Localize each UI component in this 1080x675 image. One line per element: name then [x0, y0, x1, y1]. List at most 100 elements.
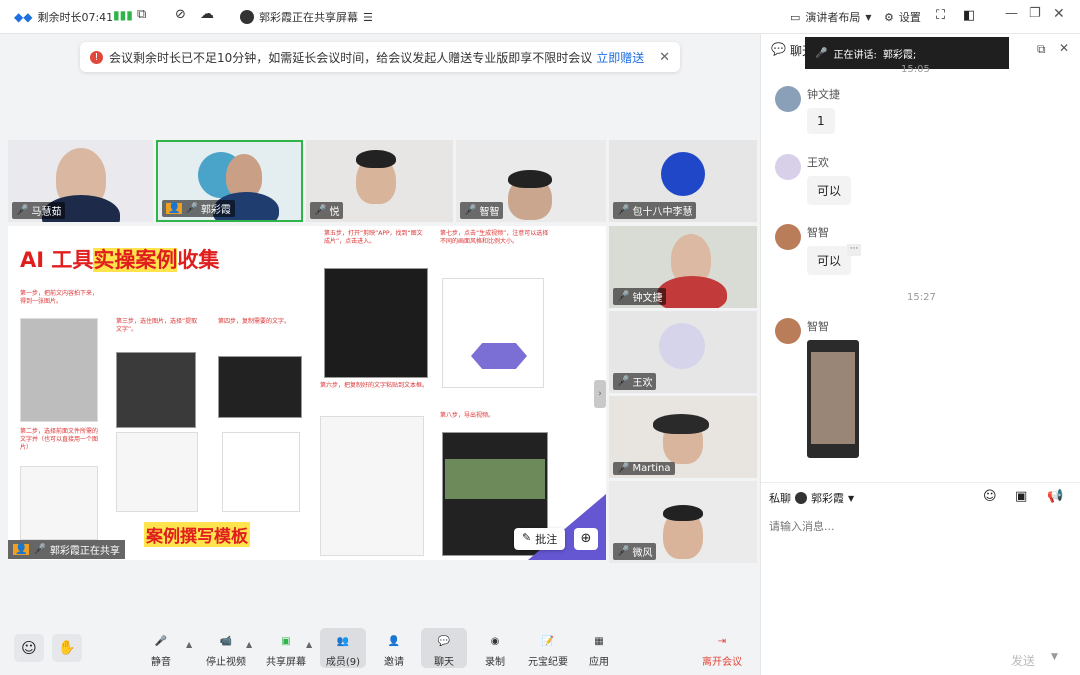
- participant-tile[interactable]: 🎤 微风: [609, 481, 757, 563]
- annotate-button[interactable]: ✎ 批注: [514, 528, 566, 550]
- slide-footer-title: 案例撰写模板: [144, 522, 250, 547]
- close-icon[interactable]: ✕: [1053, 6, 1065, 22]
- ai-notes-button[interactable]: 📝 元宝纪要: [528, 632, 568, 669]
- mic-icon: 🎤: [464, 205, 477, 216]
- gear-icon: ⚙: [884, 10, 894, 24]
- popout-icon[interactable]: ⧉: [1037, 42, 1046, 57]
- announce-icon[interactable]: 📢: [1047, 489, 1063, 504]
- apps-button[interactable]: ▦ 应用: [588, 632, 610, 669]
- reaction-icon[interactable]: ☺: [14, 634, 44, 662]
- stop-video-button[interactable]: 📹 停止视频: [206, 632, 246, 669]
- message-input[interactable]: [769, 516, 1069, 536]
- annotate-label: 批注: [535, 533, 558, 546]
- message-image[interactable]: [807, 340, 859, 458]
- invite-button[interactable]: 👤 邀请: [383, 632, 405, 669]
- fullscreen-icon[interactable]: ⛶: [936, 8, 945, 23]
- chevron-up-icon[interactable]: ▲: [306, 640, 312, 649]
- layout-button[interactable]: ▭ 演讲者布局 ▼: [790, 9, 872, 25]
- raise-hand-icon[interactable]: ✋: [52, 634, 82, 662]
- participant-name-tag: 🎤 王欢: [613, 373, 657, 390]
- layout-icon: ▭: [790, 10, 801, 24]
- presenter-label: 郭彩霞正在共享: [49, 546, 120, 557]
- participant-name-tag: 🎤 马慧茹: [12, 202, 66, 219]
- record-label: 录制: [485, 657, 505, 668]
- send-button[interactable]: 发送: [1011, 652, 1035, 669]
- chat-panel: 💬 聊天 🎤 正在讲话: 郭彩霞; ⧉ ✕ 15:05 钟文捷 1 王欢 可以 智…: [760, 34, 1080, 675]
- participant-tile[interactable]: 👤 🎤 郭彩霞: [156, 140, 303, 222]
- members-button[interactable]: 👥 成员(9): [320, 628, 366, 668]
- leave-label: 离开会议: [702, 657, 742, 668]
- mute-button[interactable]: 🎤 静音: [150, 632, 172, 669]
- mic-icon: 🎤: [617, 376, 630, 387]
- mic-icon: 🎤: [617, 291, 630, 302]
- sender-name: 王欢: [807, 156, 829, 169]
- message-bubble[interactable]: 可以: [807, 246, 852, 275]
- chevron-down-icon: ▼: [848, 493, 855, 503]
- share-screen-icon: ▣: [281, 635, 291, 647]
- cloud-icon[interactable]: ☁: [200, 6, 214, 22]
- minimize-icon[interactable]: —: [1005, 6, 1018, 21]
- menu-icon: ☰: [363, 10, 373, 24]
- mic-icon: 🎤: [617, 546, 630, 557]
- close-icon[interactable]: ✕: [1059, 41, 1069, 55]
- sidebar-toggle-icon[interactable]: ◧: [963, 8, 975, 23]
- time-left: 剩余时长07:41: [37, 11, 114, 24]
- private-chat-selector[interactable]: 私聊 郭彩霞 ▼: [769, 490, 854, 506]
- message-bubble[interactable]: 可以: [807, 176, 852, 205]
- chevron-up-icon[interactable]: ▲: [246, 640, 252, 649]
- gift-link[interactable]: 立即赠送: [596, 49, 644, 66]
- mic-icon: 🎤: [815, 47, 828, 59]
- presenter-tag: 👤 🎤 郭彩霞正在共享: [8, 540, 125, 559]
- slide-image: [116, 352, 196, 428]
- message-bubble[interactable]: 1: [807, 108, 835, 134]
- participant-tile[interactable]: 🎤 包十八中李慧: [609, 140, 757, 222]
- settings-label: 设置: [898, 11, 921, 24]
- shared-screen[interactable]: AI 工具实操案例收集 第一步，把前文内容拍下来，得到一张图片。 第二步，选择前…: [8, 226, 606, 560]
- screenshot-icon[interactable]: ⊘: [175, 7, 186, 22]
- sender-name: 智智: [807, 226, 829, 239]
- zoom-icon[interactable]: ⊕: [574, 528, 598, 550]
- folder-icon[interactable]: ▣: [1015, 489, 1027, 504]
- chevron-up-icon[interactable]: ▲: [186, 640, 192, 649]
- divider: [761, 482, 1080, 483]
- participant-tile[interactable]: 🎤 马慧茹: [8, 140, 153, 222]
- avatar: [775, 318, 801, 344]
- participant-name: 马慧茹: [31, 207, 62, 218]
- sender-name: 智智: [807, 320, 829, 333]
- step-text: 第七步，点击“生成视频”，注意可以选择不同的画面风格和比例大小。: [440, 230, 549, 245]
- step-text: 第四步，复制需要的文字。: [218, 318, 291, 325]
- emoji-icon[interactable]: ☺: [983, 489, 997, 504]
- meeting-info[interactable]: ◆◆ 剩余时长07:41: [14, 9, 113, 25]
- participant-tile[interactable]: 🎤 王欢: [609, 311, 757, 393]
- slide-image: [20, 466, 98, 540]
- sharer-avatar: [240, 10, 254, 24]
- speaking-label: 正在讲话:: [833, 49, 877, 61]
- slide-title-part: 收集: [177, 248, 220, 272]
- close-icon[interactable]: ✕: [659, 50, 670, 65]
- collapse-handle[interactable]: ›: [594, 380, 606, 408]
- slide-image: [222, 432, 300, 512]
- participant-name: 微风: [632, 548, 653, 559]
- leave-button[interactable]: ⇥ 离开会议: [702, 632, 742, 669]
- sharing-status[interactable]: 郭彩霞正在共享屏幕 ☰: [240, 9, 373, 25]
- participant-tile[interactable]: 🎤 Martina: [609, 396, 757, 478]
- participant-name-tag: 🎤 钟文捷: [613, 288, 667, 305]
- participant-name-tag: 🎤 悦: [310, 202, 344, 219]
- chevron-down-icon: ▼: [865, 12, 872, 22]
- participant-name: 智智: [479, 207, 500, 218]
- slide-image: [320, 416, 424, 556]
- participant-tile[interactable]: 🎤 智智: [456, 140, 606, 222]
- more-icon[interactable]: ···: [847, 244, 861, 256]
- participant-tile[interactable]: 🎤 悦: [306, 140, 453, 222]
- mute-label: 静音: [151, 657, 171, 668]
- chat-button[interactable]: 💬 聊天: [421, 628, 467, 668]
- participant-tile[interactable]: 🎤 钟文捷: [609, 226, 757, 308]
- chevron-down-icon[interactable]: ▼: [1051, 652, 1058, 662]
- mic-icon: 🎤: [185, 203, 198, 214]
- share-screen-button[interactable]: ▣ 共享屏幕: [266, 632, 306, 669]
- record-button[interactable]: ◉ 录制: [484, 632, 506, 669]
- popout-icon[interactable]: ⧉: [137, 7, 146, 22]
- camera-icon: 📹: [219, 635, 233, 647]
- settings-button[interactable]: ⚙ 设置: [884, 9, 921, 25]
- maximize-icon[interactable]: ❐: [1029, 6, 1041, 21]
